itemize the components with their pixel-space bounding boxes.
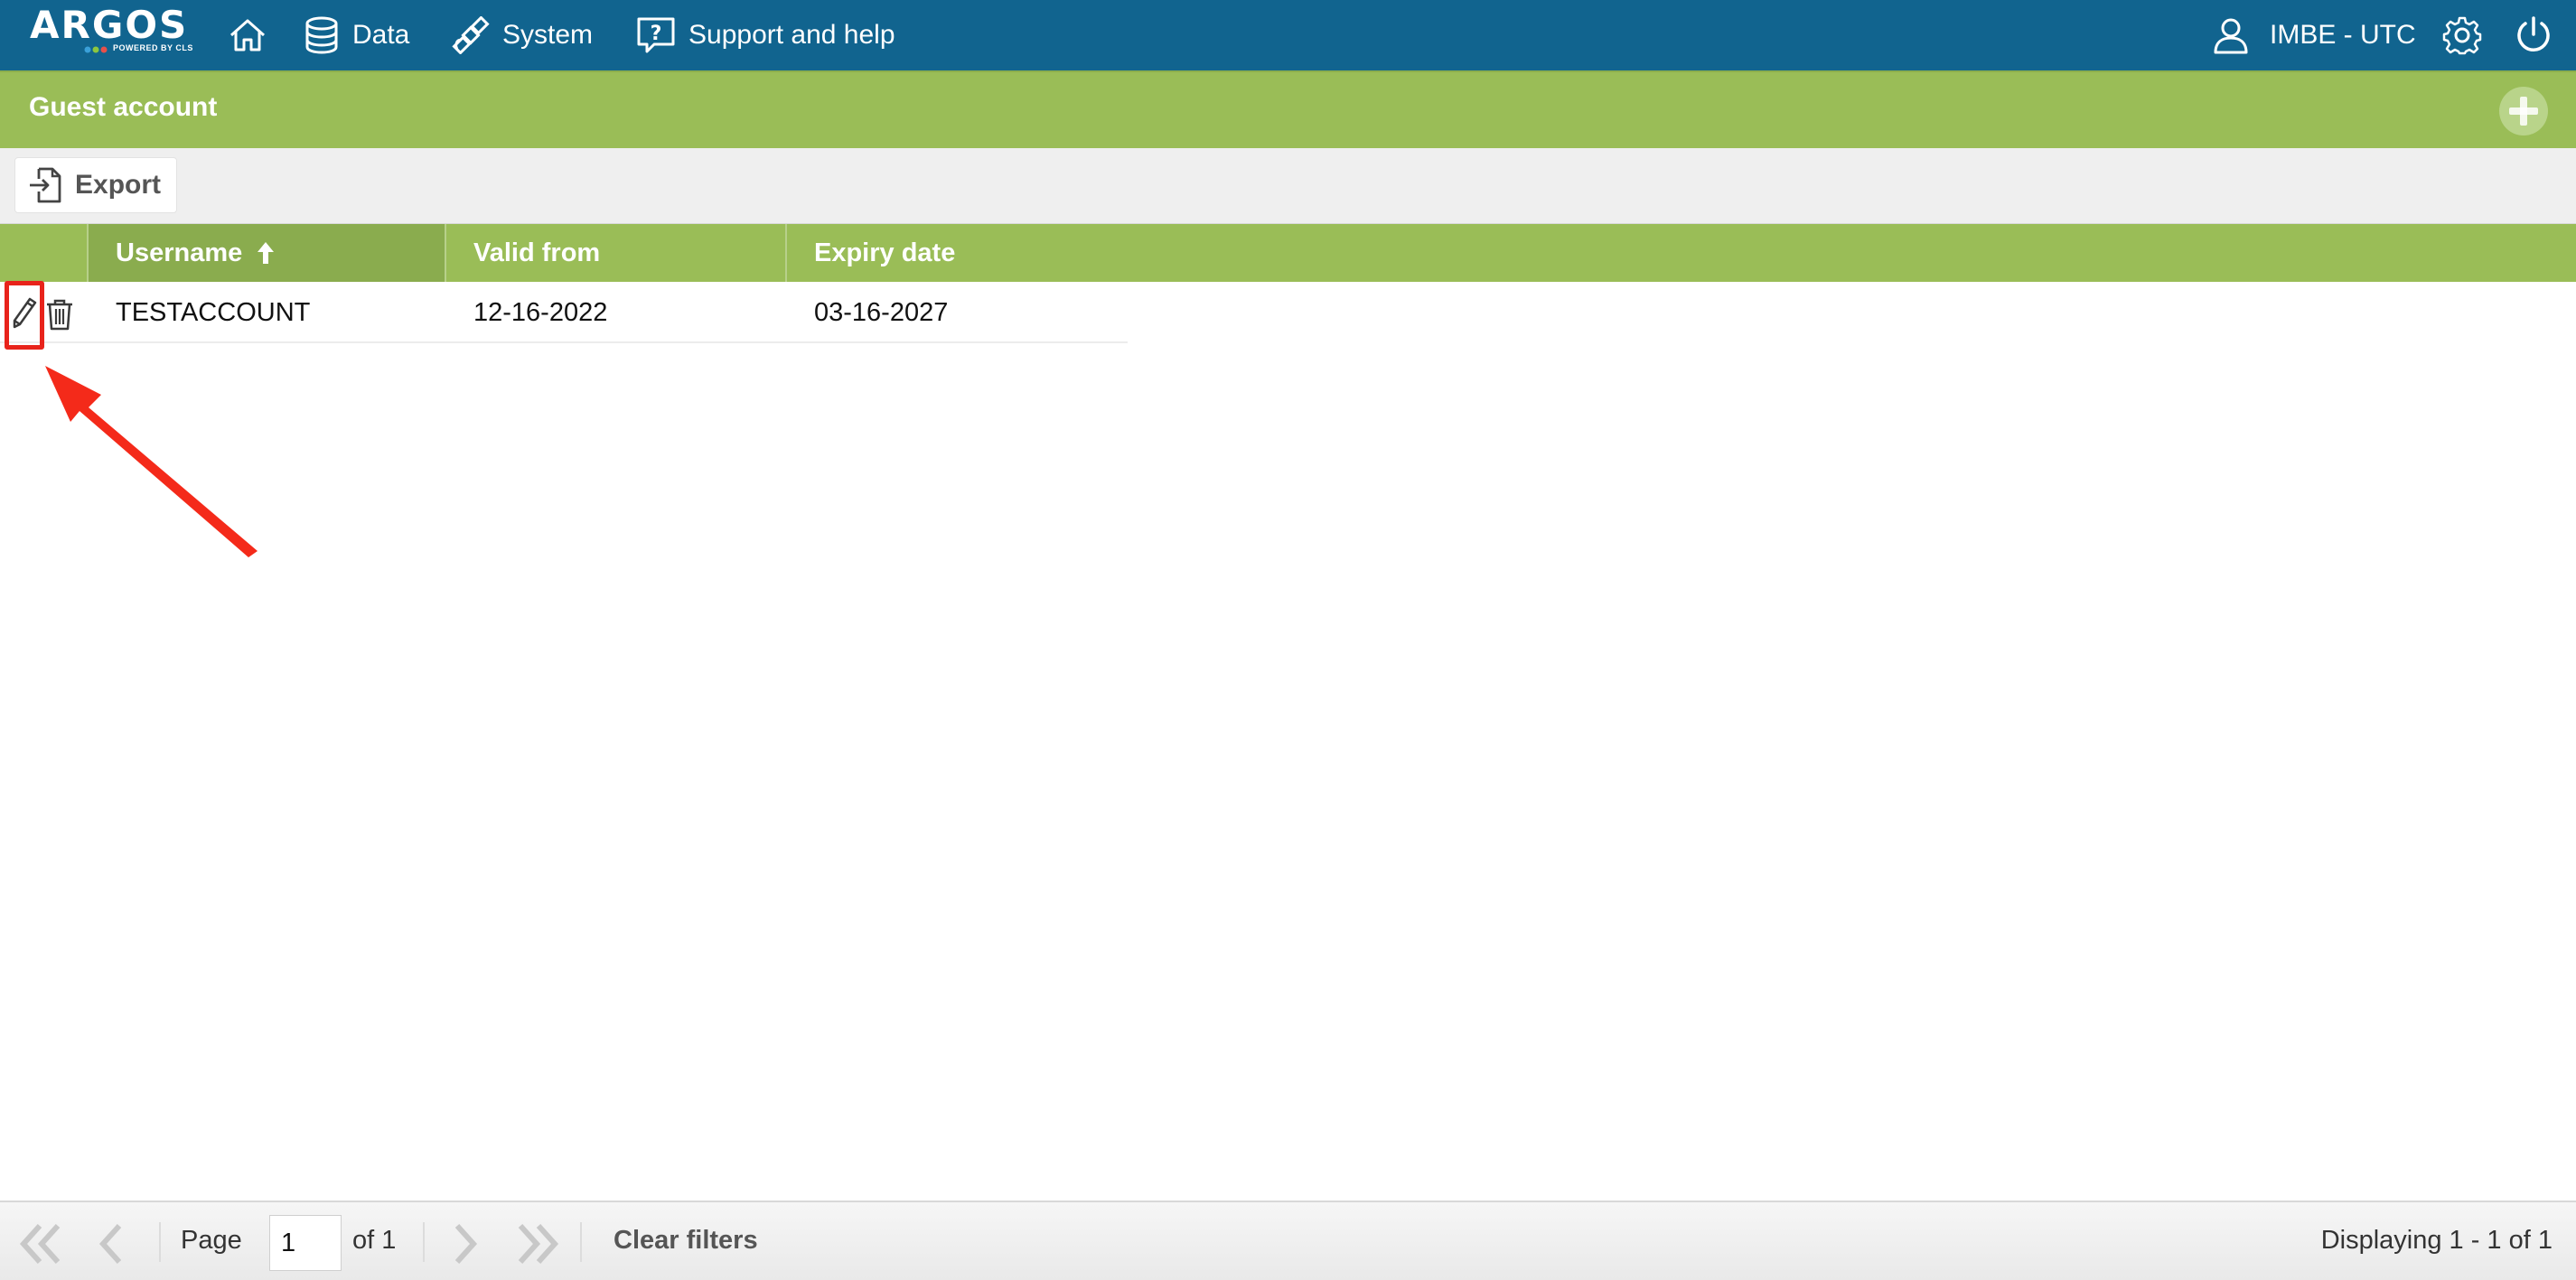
- column-header-label: Expiry date: [814, 238, 956, 267]
- section-title-bar: Guest account: [0, 70, 2576, 148]
- export-label: Export: [75, 170, 162, 200]
- column-header-label: Username: [116, 238, 243, 267]
- svg-text:?: ?: [651, 23, 662, 45]
- displaying-count: Displaying 1 - 1 of 1: [2320, 1226, 2553, 1255]
- clear-filters-button[interactable]: Clear filters: [614, 1226, 758, 1256]
- satellite-icon: [452, 16, 490, 54]
- power-icon: [2517, 16, 2550, 51]
- table-row[interactable]: TESTACCOUNT 12-16-2022 03-16-2027: [0, 282, 1128, 343]
- user-menu[interactable]: IMBE - UTC: [2212, 0, 2416, 70]
- grid-toolbar: Export: [0, 148, 2576, 224]
- logout-button[interactable]: [2514, 15, 2553, 55]
- sort-ascending-icon: [258, 242, 275, 264]
- actions-column-header: [0, 224, 89, 282]
- add-guest-account-button[interactable]: [2498, 86, 2549, 136]
- user-label: IMBE - UTC: [2270, 20, 2416, 50]
- nav-data[interactable]: Data: [304, 0, 409, 70]
- pager-separator: [580, 1222, 582, 1262]
- cell-username: TESTACCOUNT: [116, 297, 311, 327]
- app-root: ARGOS POWERED BY CLS Data System ? Suppo…: [0, 0, 2576, 1280]
- next-page-button[interactable]: [446, 1222, 493, 1266]
- page-number-input[interactable]: [269, 1215, 342, 1271]
- logo-subtitle: POWERED BY CLS: [113, 43, 193, 52]
- cell-valid-from: 12-16-2022: [473, 297, 608, 327]
- annotation-highlight-box: [5, 281, 44, 350]
- first-page-button[interactable]: [18, 1222, 65, 1266]
- gear-icon: [2442, 16, 2482, 55]
- previous-page-button[interactable]: [94, 1222, 141, 1266]
- nav-home[interactable]: [228, 0, 267, 70]
- nav-support[interactable]: ? Support and help: [636, 0, 895, 70]
- help-icon: ?: [637, 17, 675, 53]
- database-icon: [305, 16, 338, 54]
- delete-button[interactable]: [45, 298, 74, 331]
- nav-data-label: Data: [352, 20, 410, 50]
- top-nav-bar: ARGOS POWERED BY CLS Data System ? Suppo…: [0, 0, 2576, 70]
- export-icon: [30, 167, 61, 203]
- double-chevron-right-icon: [518, 1223, 559, 1265]
- nav-support-label: Support and help: [688, 20, 895, 50]
- nav-system-label: System: [502, 20, 594, 50]
- double-chevron-left-icon: [19, 1223, 61, 1265]
- page-count-label: of 1: [352, 1226, 397, 1255]
- logo-dots-icon: [84, 46, 108, 53]
- nav-system[interactable]: System: [452, 0, 593, 70]
- pager-separator: [423, 1222, 425, 1262]
- trash-icon: [47, 299, 72, 331]
- chevron-right-icon: [454, 1223, 478, 1265]
- home-icon: [230, 19, 265, 51]
- cell-expiry-date: 03-16-2027: [814, 297, 949, 327]
- column-header-valid-from[interactable]: Valid from: [446, 224, 787, 282]
- column-header-label: Valid from: [473, 238, 601, 267]
- settings-button[interactable]: [2442, 15, 2482, 55]
- chevron-left-icon: [98, 1223, 122, 1265]
- export-button[interactable]: Export: [14, 157, 177, 213]
- page-label: Page: [181, 1226, 242, 1255]
- column-header-expiry-date[interactable]: Expiry date: [787, 224, 1128, 282]
- logo-text: ARGOS: [30, 3, 189, 47]
- argos-logo[interactable]: ARGOS POWERED BY CLS: [30, 5, 192, 58]
- annotation-arrow-icon: [45, 366, 258, 557]
- column-header-username[interactable]: Username: [89, 224, 446, 282]
- pager-separator: [159, 1222, 161, 1262]
- page-title: Guest account: [29, 92, 218, 122]
- grid-header: Username Valid from Expiry date: [0, 224, 2576, 282]
- user-icon: [2214, 18, 2248, 54]
- pagination-bar: Page of 1 Clear filters Displaying 1 - 1…: [0, 1201, 2576, 1280]
- last-page-button[interactable]: [513, 1222, 560, 1266]
- plus-circle-icon: [2499, 87, 2548, 135]
